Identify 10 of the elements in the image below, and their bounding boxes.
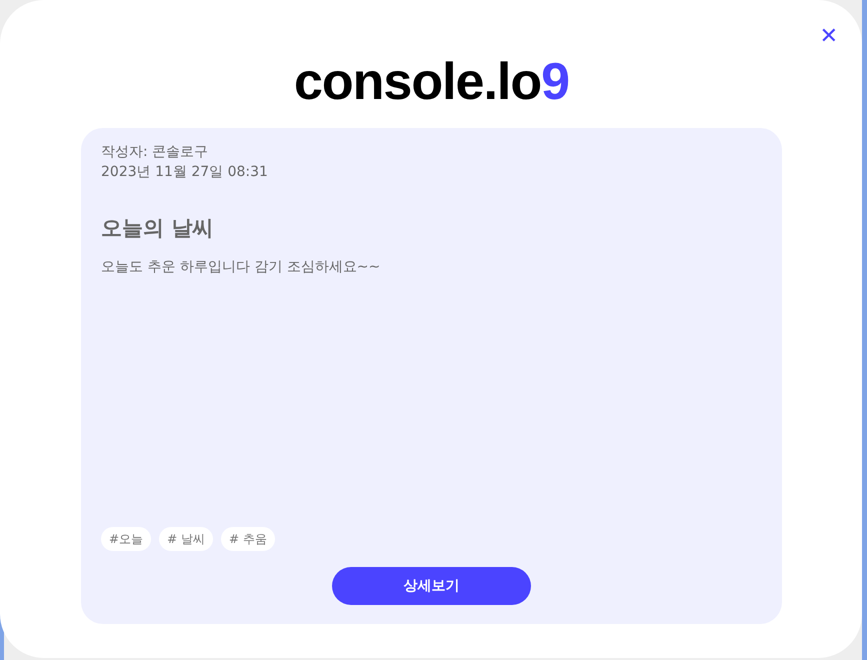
post-body: 오늘도 추운 하루입니다 감기 조심하세요~~: [101, 258, 382, 278]
close-button[interactable]: ✕: [818, 24, 840, 50]
post-date: 2023년 11월 27일 08:31: [101, 163, 269, 182]
author-label: 작성자: 콘솔로구: [101, 143, 210, 162]
logo: console.lo9: [294, 52, 570, 112]
tag-chip[interactable]: # 날씨: [159, 527, 213, 551]
tag-chip[interactable]: # 추움: [220, 527, 275, 551]
detail-button[interactable]: 상세보기: [332, 567, 531, 605]
tag-chip[interactable]: #오늘: [101, 527, 152, 551]
post-title: 오늘의 날씨: [101, 216, 214, 242]
